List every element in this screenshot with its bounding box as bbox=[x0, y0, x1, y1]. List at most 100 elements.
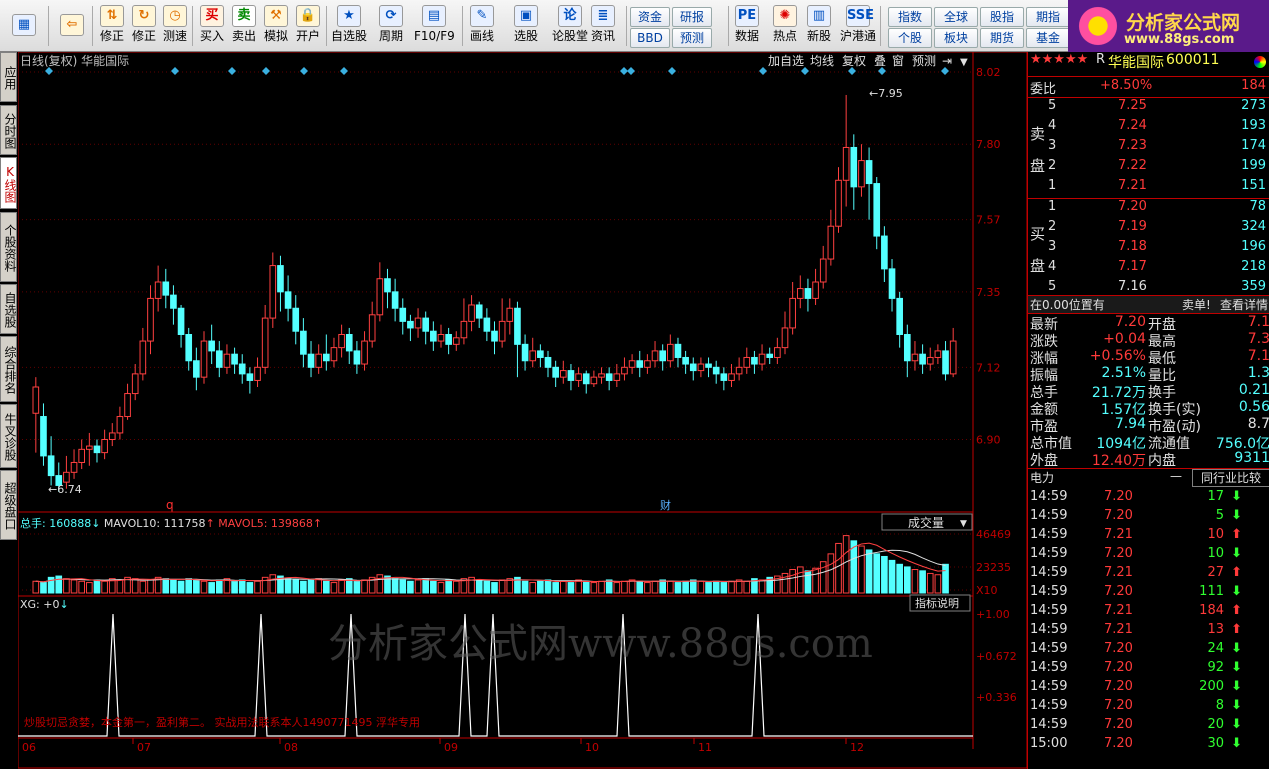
quick-button-5[interactable]: 个股 bbox=[888, 28, 932, 48]
quick-button-6[interactable]: 全球 bbox=[934, 7, 978, 27]
side-tab-6[interactable]: 牛叉诊股 bbox=[0, 404, 17, 468]
candle bbox=[399, 298, 407, 335]
weibi-label: 委比 bbox=[1030, 82, 1057, 97]
stat-value-2: 8.7 bbox=[1247, 416, 1269, 432]
glyph-16-icon: PE bbox=[735, 5, 759, 27]
quick-button-9[interactable]: 期货 bbox=[980, 28, 1024, 48]
color-ball-icon[interactable] bbox=[1254, 56, 1266, 68]
chevron-down-icon[interactable]: ▼ bbox=[960, 57, 968, 68]
toolbar-button-4-clock[interactable]: ◷ 测速 bbox=[160, 3, 190, 49]
sell-level-row: 1 7.21 151 bbox=[1028, 178, 1269, 197]
toolbar-button-12-pen[interactable]: ✎ 画线 bbox=[464, 3, 500, 49]
quick-button-0[interactable]: 资金 bbox=[630, 7, 670, 27]
chart-header-button-2[interactable]: 复权 bbox=[842, 54, 866, 68]
chart-header-button-4[interactable]: 窗 bbox=[892, 54, 904, 68]
candle bbox=[330, 337, 338, 368]
toolbar-button-8-lock[interactable]: 🔒 开户 bbox=[294, 3, 322, 49]
toolbar-button-back-arrow[interactable]: ⇦ bbox=[54, 12, 90, 51]
toolbar-button-3-refresh[interactable]: ↻ 修正 bbox=[130, 3, 158, 49]
tick-time: 14:59 bbox=[1030, 698, 1068, 713]
toolbar-button-15-news[interactable]: ≣ 资讯 bbox=[590, 3, 616, 49]
tick-price: 7.20 bbox=[1104, 584, 1133, 599]
level-number: 4 bbox=[1048, 259, 1057, 274]
chart-header-button-label: 加自选 bbox=[768, 54, 804, 68]
candle bbox=[345, 327, 353, 365]
candle bbox=[544, 350, 552, 378]
x-axis-label: 06 bbox=[22, 741, 36, 754]
quick-button-8[interactable]: 股指 bbox=[980, 7, 1024, 27]
side-tab-0[interactable]: 应用 bbox=[0, 52, 17, 102]
candle bbox=[460, 298, 468, 345]
candle bbox=[391, 278, 399, 322]
volume-bar bbox=[170, 579, 177, 594]
side-tab-5[interactable]: 综合排名 bbox=[0, 336, 17, 402]
chevron-down-icon: ▼ bbox=[960, 519, 967, 529]
toolbar-button-11-f10[interactable]: ▤ F10/F9 bbox=[414, 3, 455, 49]
candle-body bbox=[919, 353, 926, 365]
quick-button-4[interactable]: 指数 bbox=[888, 7, 932, 27]
quick-button-10[interactable]: 期指 bbox=[1026, 7, 1070, 27]
quick-button-11[interactable]: 基金 bbox=[1026, 28, 1070, 48]
detail-link[interactable]: 查看详情 bbox=[1220, 296, 1268, 313]
side-tab-3[interactable]: 个股资料 bbox=[0, 212, 17, 282]
toolbar-button-16-btn-16[interactable]: PE 数据 bbox=[732, 3, 762, 49]
chart-header-button-5[interactable]: 预测 bbox=[912, 54, 936, 68]
chart-header-button-3[interactable]: 叠 bbox=[874, 54, 886, 68]
tick-time: 14:59 bbox=[1030, 641, 1068, 656]
toolbar-button-5-btn-5[interactable]: 买买入 bbox=[198, 3, 226, 49]
tick-time: 14:59 bbox=[1030, 660, 1068, 675]
toolbar-button-9-star[interactable]: ★ 自选股 bbox=[330, 3, 368, 49]
toolbar-button-19-btn-19[interactable]: SSE 沪港通 bbox=[840, 3, 876, 49]
industry-compare-button[interactable]: 同行业比较 bbox=[1192, 469, 1269, 487]
quick-button-7[interactable]: 板块 bbox=[934, 28, 978, 48]
candle bbox=[575, 367, 582, 387]
candle-body bbox=[414, 317, 422, 329]
candle-body bbox=[231, 353, 238, 365]
chart-icon: ▣ bbox=[514, 5, 538, 27]
candle bbox=[215, 341, 223, 378]
tick-price: 7.21 bbox=[1104, 527, 1133, 542]
expand-right-icon[interactable]: ⇥ bbox=[942, 54, 952, 68]
tick-volume: 111 bbox=[1199, 584, 1224, 599]
toolbar-button-2-up-down[interactable]: ⇅ 修正 bbox=[98, 3, 126, 49]
candle-body bbox=[789, 297, 796, 329]
candle-body bbox=[399, 307, 407, 322]
quick-button-2[interactable]: 研报 bbox=[672, 7, 712, 27]
toolbar-button-18-ipo[interactable]: ▥ 新股 bbox=[804, 3, 834, 49]
side-tab-1[interactable]: 分时图 bbox=[0, 105, 17, 155]
toolbar-button-13-chart[interactable]: ▣ 选股 bbox=[508, 3, 544, 49]
x-axis-label: 12 bbox=[850, 741, 864, 754]
tick-row: 14:59 7.20 200 ⬇ bbox=[1028, 679, 1269, 698]
candle-body bbox=[361, 340, 368, 365]
toolbar-button-6-btn-6[interactable]: 卖卖出 bbox=[230, 3, 258, 49]
toolbar-button-17-fire[interactable]: ✺ 热点 bbox=[770, 3, 800, 49]
quick-button-1[interactable]: BBD bbox=[630, 28, 670, 48]
chart-canvas[interactable]: 日线(复权) 华能国际 加自选 均线 复权叠窗预测 ⇥ ▼ 8.02 7.80 7.57 7.35… bbox=[17, 51, 1028, 769]
toolbar-button-10-cycle[interactable]: ⟳ 周期 bbox=[374, 3, 408, 49]
candle-body bbox=[368, 314, 376, 342]
candle-body bbox=[835, 179, 842, 227]
volume-bar bbox=[858, 545, 865, 594]
toolbar-button-windows[interactable]: ▦ bbox=[4, 12, 44, 51]
arrow-down-icon: ⬇ bbox=[1231, 717, 1242, 732]
chart-header-button-1[interactable]: 均线 bbox=[810, 54, 834, 68]
kline-chart-area[interactable]: 日线(复权) 华能国际 加自选 均线 复权叠窗预测 ⇥ ▼ 8.02 7.80 7.57 7.35… bbox=[17, 51, 1028, 769]
side-tab-4[interactable]: 自选股 bbox=[0, 284, 17, 334]
level-number: 3 bbox=[1048, 138, 1057, 153]
quick-button-3[interactable]: 预测 bbox=[672, 28, 712, 48]
side-tab-2[interactable]: K线图 bbox=[0, 157, 17, 209]
arrow-down-icon: ⬇ bbox=[1231, 584, 1242, 599]
indicator-help-button[interactable]: 指标说明 bbox=[909, 594, 971, 612]
volume-indicator-dropdown[interactable]: 成交量 ▼ bbox=[881, 513, 973, 531]
toolbar-button-14-btn-14[interactable]: 论论股堂 bbox=[552, 3, 588, 49]
side-tab-7[interactable]: 超级盘口 bbox=[0, 470, 17, 540]
toolbar-button-7-hammer[interactable]: ⚒ 模拟 bbox=[262, 3, 290, 49]
windows-icon: ▦ bbox=[12, 14, 36, 36]
sell-level-row: 4 7.24 193 bbox=[1028, 118, 1269, 137]
candle-body bbox=[498, 320, 506, 342]
sell-note: 卖单! bbox=[1182, 298, 1211, 312]
candle bbox=[338, 324, 345, 358]
volume-bar bbox=[139, 580, 147, 594]
x-axis-label: 11 bbox=[698, 741, 712, 754]
chart-header-button-0[interactable]: 加自选 bbox=[768, 54, 804, 68]
